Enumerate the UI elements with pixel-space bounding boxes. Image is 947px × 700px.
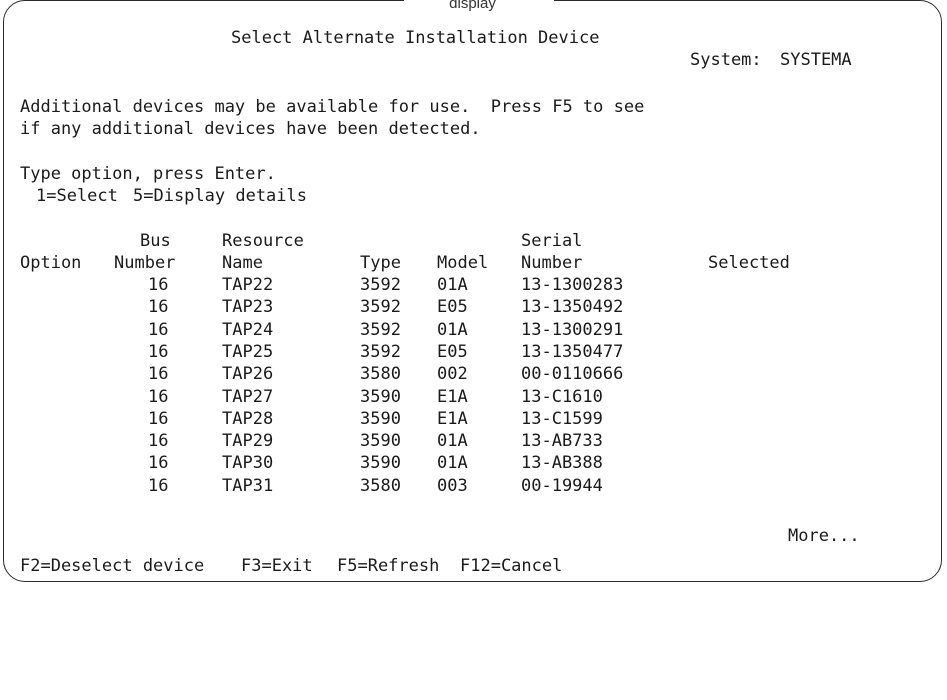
row-serial-number: 13-AB733	[521, 431, 603, 452]
row-bus-number: 16	[148, 319, 169, 340]
row-model: 003	[437, 475, 468, 496]
f2-deselect-device-key[interactable]: F2=Deselect device	[20, 556, 204, 576]
row-bus-number: 16	[148, 341, 169, 362]
row-serial-number: 13-C1599	[521, 408, 603, 429]
row-resource-name: TAP31	[222, 475, 274, 496]
instruction-text: Type option, press Enter.	[20, 164, 276, 184]
table-row: 16 TAP29 3590 01A 13-AB733	[0, 431, 947, 451]
row-bus-number: 16	[148, 431, 169, 452]
row-type: 3590	[360, 431, 401, 452]
table-row: 16 TAP30 3590 01A 13-AB388	[0, 453, 947, 473]
header-option: Option	[20, 253, 82, 273]
system-label: System:	[690, 50, 762, 70]
row-resource-name: TAP24	[222, 319, 274, 340]
table-row: 16 TAP26 3580 002 00-0110666	[0, 364, 947, 384]
row-model: E05	[437, 341, 468, 362]
header-model: Model	[437, 253, 489, 273]
header-bus-top: Bus	[140, 231, 171, 251]
f5-refresh-key[interactable]: F5=Refresh	[337, 556, 439, 576]
row-bus-number: 16	[148, 408, 169, 429]
row-serial-number: 00-0110666	[521, 364, 624, 385]
system-name: SYSTEMA	[780, 50, 852, 70]
row-serial-number: 13-C1610	[521, 386, 603, 407]
row-resource-name: TAP27	[222, 386, 274, 407]
row-serial-number: 13-1350492	[521, 297, 624, 318]
row-bus-number: 16	[148, 386, 169, 407]
message-line-2: if any additional devices have been dete…	[20, 119, 481, 139]
row-model: E05	[437, 297, 468, 318]
row-type: 3592	[360, 275, 401, 295]
header-bus-number: Number	[114, 253, 176, 273]
header-serial-number: Number	[521, 253, 583, 273]
row-type: 3592	[360, 319, 401, 340]
row-type: 3590	[360, 386, 401, 407]
row-bus-number: 16	[148, 475, 169, 496]
row-serial-number: 13-1300283	[521, 275, 624, 295]
row-bus-number: 16	[148, 275, 169, 295]
header-resource-top: Resource	[222, 231, 304, 251]
row-model: E1A	[437, 386, 468, 407]
table-row: 16 TAP25 3592 E05 13-1350477	[0, 342, 947, 362]
f3-exit-key[interactable]: F3=Exit	[241, 556, 313, 576]
header-selected: Selected	[708, 253, 790, 273]
row-type: 3590	[360, 408, 401, 429]
row-type: 3580	[360, 475, 401, 496]
table-row: 16 TAP23 3592 E05 13-1350492	[0, 297, 947, 317]
row-resource-name: TAP30	[222, 453, 274, 474]
row-serial-number: 13-1350477	[521, 341, 624, 362]
row-serial-number: 13-AB388	[521, 453, 603, 474]
row-type: 3590	[360, 453, 401, 474]
f12-cancel-key[interactable]: F12=Cancel	[460, 556, 562, 576]
table-row: 16 TAP28 3590 E1A 13-C1599	[0, 409, 947, 429]
message-line-1: Additional devices may be available for …	[20, 97, 645, 117]
row-bus-number: 16	[148, 297, 169, 318]
row-model: E1A	[437, 408, 468, 429]
row-resource-name: TAP29	[222, 431, 274, 452]
row-serial-number: 00-19944	[521, 475, 603, 496]
table-row: 16 TAP22 3592 01A 13-1300283	[0, 275, 947, 295]
row-bus-number: 16	[148, 364, 169, 385]
option-display-details: 5=Display details	[133, 186, 307, 206]
header-resource-name: Name	[222, 253, 263, 273]
row-resource-name: TAP22	[222, 275, 274, 295]
row-resource-name: TAP25	[222, 341, 274, 362]
row-bus-number: 16	[148, 453, 169, 474]
row-model: 01A	[437, 431, 468, 452]
row-type: 3592	[360, 341, 401, 362]
row-model: 01A	[437, 453, 468, 474]
row-type: 3580	[360, 364, 401, 385]
row-model: 01A	[437, 275, 468, 295]
table-row: 16 TAP27 3590 E1A 13-C1610	[0, 387, 947, 407]
terminal-screen: Select Alternate Installation Device Sys…	[0, 0, 947, 587]
row-resource-name: TAP23	[222, 297, 274, 318]
screen-title: Select Alternate Installation Device	[231, 28, 600, 48]
row-model: 002	[437, 364, 468, 385]
table-row: 16 TAP31 3580 003 00-19944	[0, 476, 947, 496]
row-type: 3592	[360, 297, 401, 318]
header-type: Type	[360, 253, 401, 273]
more-indicator: More...	[788, 526, 860, 546]
header-serial-top: Serial	[521, 231, 583, 251]
row-resource-name: TAP28	[222, 408, 274, 429]
row-resource-name: TAP26	[222, 364, 274, 385]
option-select: 1=Select	[36, 186, 118, 206]
row-model: 01A	[437, 319, 468, 340]
table-row: 16 TAP24 3592 01A 13-1300291	[0, 320, 947, 340]
row-serial-number: 13-1300291	[521, 319, 624, 340]
